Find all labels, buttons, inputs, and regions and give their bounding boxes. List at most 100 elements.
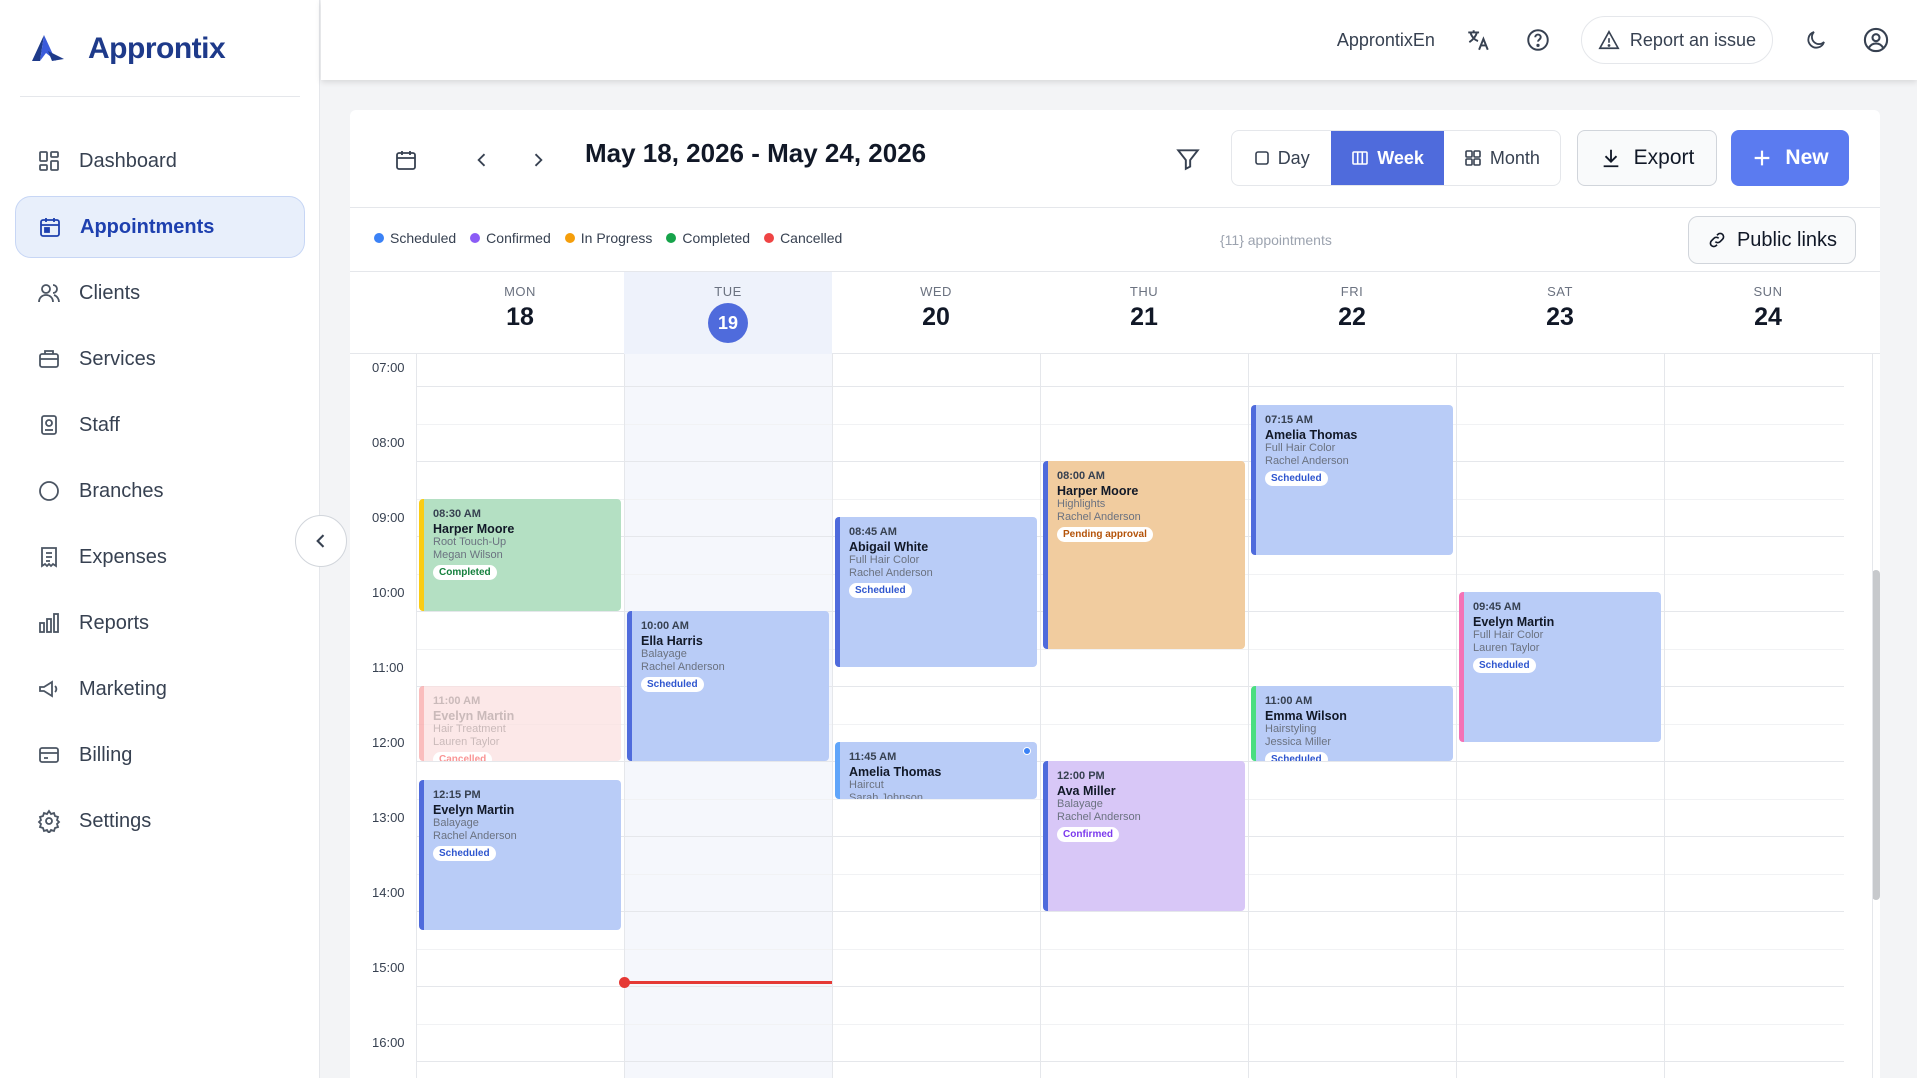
- help-icon: [1527, 29, 1549, 51]
- appointment-event[interactable]: 08:00 AM Harper Moore Highlights Rachel And…: [1043, 461, 1245, 649]
- filter-button[interactable]: [1175, 146, 1201, 177]
- theme-toggle-button[interactable]: [1799, 23, 1833, 57]
- export-button[interactable]: Export: [1577, 130, 1717, 186]
- appointment-event[interactable]: 10:00 AM Ella Harris Balayage Rachel Anders…: [627, 611, 829, 761]
- previous-week-button[interactable]: [468, 146, 496, 174]
- event-staff: Rachel Anderson: [1265, 454, 1349, 467]
- sidebar-item-label: Clients: [79, 281, 141, 304]
- event-staff: Rachel Anderson: [1057, 811, 1141, 823]
- day-header-mon[interactable]: MON 18: [416, 272, 624, 354]
- report-issue-button[interactable]: Report an issue: [1580, 16, 1773, 64]
- logo-icon: [32, 35, 64, 61]
- event-time: 08:30 AM: [433, 507, 481, 520]
- day-number: 18: [506, 303, 534, 331]
- user-circle-icon: [1863, 27, 1889, 53]
- event-service: Balayage: [433, 816, 479, 829]
- half-hour-gridline: [416, 1023, 1844, 1025]
- legend-item: Completed: [666, 230, 750, 246]
- week-grid[interactable]: 07:00 08:00 09:00 10:00 11:00 12:00 13:00 14:00…: [350, 354, 1880, 1078]
- plus-icon: [1755, 150, 1770, 166]
- event-staff: Megan Wilson: [433, 548, 503, 561]
- brand[interactable]: Approntix: [30, 28, 226, 70]
- sidebar-item-label: Services: [79, 347, 156, 370]
- sidebar-item-expenses[interactable]: Expenses: [15, 526, 305, 588]
- day-of-week: FRI: [1340, 284, 1364, 299]
- day-number: 23: [1546, 303, 1574, 331]
- sidebar-item-appointments[interactable]: Appointments: [15, 196, 305, 258]
- day-column-divider: [416, 354, 417, 1078]
- sidebar-item-dashboard[interactable]: Dashboard: [15, 130, 305, 192]
- sidebar-item-label: Billing: [79, 743, 133, 766]
- sidebar-item-services[interactable]: Services: [15, 328, 305, 390]
- sidebar-item-staff[interactable]: Staff: [15, 394, 305, 456]
- next-week-button[interactable]: [524, 146, 552, 174]
- sidebar-item-clients[interactable]: Clients: [15, 262, 305, 324]
- users-icon: [38, 284, 60, 303]
- collapse-sidebar-button[interactable]: [295, 515, 347, 567]
- sidebar-item-label: Expenses: [79, 545, 167, 568]
- day-header-wed[interactable]: WED 20: [832, 272, 1040, 354]
- day-header-sat[interactable]: SAT 23: [1456, 272, 1664, 354]
- megaphone-icon: [39, 680, 58, 698]
- language-button[interactable]: [1461, 23, 1495, 57]
- moon-icon: [1807, 31, 1825, 49]
- in-progress-dot: [564, 233, 575, 243]
- new-appointment-button[interactable]: New: [1731, 130, 1849, 186]
- sidebar-item-label: Staff: [79, 413, 120, 436]
- time-label: 14:00: [372, 885, 405, 900]
- event-time: 07:15 AM: [1265, 413, 1313, 426]
- sidebar-item-billing[interactable]: Billing: [15, 724, 305, 786]
- appointment-event[interactable]: 11:45 AM Amelia Thomas Haircut Sarah Johnso…: [835, 742, 1037, 799]
- legend-label: In Progress: [580, 230, 653, 246]
- event-client: Evelyn Martin: [433, 802, 515, 817]
- appointment-event[interactable]: 08:45 AM Abigail White Full Hair Color Rach…: [835, 517, 1037, 668]
- hour-gridline: [416, 386, 1844, 387]
- sidebar-item-settings[interactable]: Settings: [15, 790, 305, 852]
- event-service: Haircut: [849, 779, 884, 792]
- account-button[interactable]: [1859, 23, 1893, 57]
- sidebar-item-label: Reports: [79, 611, 150, 634]
- day-number: 24: [1754, 303, 1782, 331]
- day-of-week: THU: [1129, 284, 1159, 299]
- day-header-thu[interactable]: THU 21: [1040, 272, 1248, 354]
- view-week-button[interactable]: Week: [1331, 131, 1444, 185]
- appointment-event[interactable]: 08:30 AM Harper Moore Root Touch-Up Megan W…: [419, 498, 621, 611]
- sidebar-item-marketing[interactable]: Marketing: [15, 658, 305, 720]
- day-header-fri[interactable]: FRI 22: [1248, 272, 1456, 354]
- export-label: Export: [1633, 146, 1695, 169]
- appointment-event[interactable]: 12:15 PM Evelyn Martin Balayage Rachel Ande…: [419, 779, 621, 930]
- event-staff: Rachel Anderson: [1057, 511, 1141, 523]
- scheduled-dot: [374, 233, 384, 243]
- help-button[interactable]: [1521, 23, 1555, 57]
- view-day-button[interactable]: Day: [1232, 131, 1331, 185]
- day-column-divider: [1664, 354, 1665, 1078]
- scrollbar[interactable]: [1872, 570, 1880, 900]
- calendar-toolbar: May 18, 2026 - May 24, 2026 Day Week Mon…: [350, 110, 1880, 208]
- view-month-button[interactable]: Month: [1444, 131, 1560, 185]
- public-links-button[interactable]: Public links: [1688, 216, 1856, 264]
- day-header-tue[interactable]: TUE 19: [624, 272, 832, 354]
- org-name[interactable]: ApprontixEn: [1337, 30, 1435, 51]
- appointment-event[interactable]: 09:45 AM Evelyn Martin Full Hair Color Laur…: [1459, 592, 1661, 743]
- event-client: Amelia Thomas: [849, 765, 942, 780]
- date-picker-button[interactable]: [394, 148, 418, 177]
- appointment-event[interactable]: 12:00 PM Ava Miller Balayage Rachel Anderso…: [1043, 761, 1245, 911]
- day-header-sun[interactable]: SUN 24: [1664, 272, 1872, 354]
- sidebar-item-reports[interactable]: Reports: [15, 592, 305, 654]
- half-hour-gridline: [416, 423, 1844, 425]
- event-client: Harper Moore: [1057, 484, 1139, 498]
- event-service: Balayage: [1057, 798, 1103, 810]
- appointment-event[interactable]: 11:00 AM Emma Wilson Hairstyling Jessica Mi…: [1251, 686, 1453, 761]
- day-of-week: MON: [504, 284, 536, 299]
- legend-label: Completed: [682, 230, 751, 246]
- status-badge: Scheduled: [849, 583, 912, 599]
- chevron-left-icon: [477, 153, 486, 167]
- appointment-event[interactable]: 07:15 AM Amelia Thomas Full Hair Color Rach…: [1251, 404, 1453, 555]
- day-column-divider: [624, 354, 625, 1078]
- link-icon: [1709, 232, 1725, 248]
- date-range-title: May 18, 2026 - May 24, 2026: [585, 138, 927, 168]
- sidebar-nav: Dashboard Appointments Clients Services …: [15, 130, 305, 856]
- event-client: Ava Miller: [1057, 784, 1116, 798]
- appointment-event[interactable]: 11:00 AM Evelyn Martin Hair Treatment Laure…: [419, 686, 621, 761]
- sidebar-item-branches[interactable]: Branches: [15, 460, 305, 522]
